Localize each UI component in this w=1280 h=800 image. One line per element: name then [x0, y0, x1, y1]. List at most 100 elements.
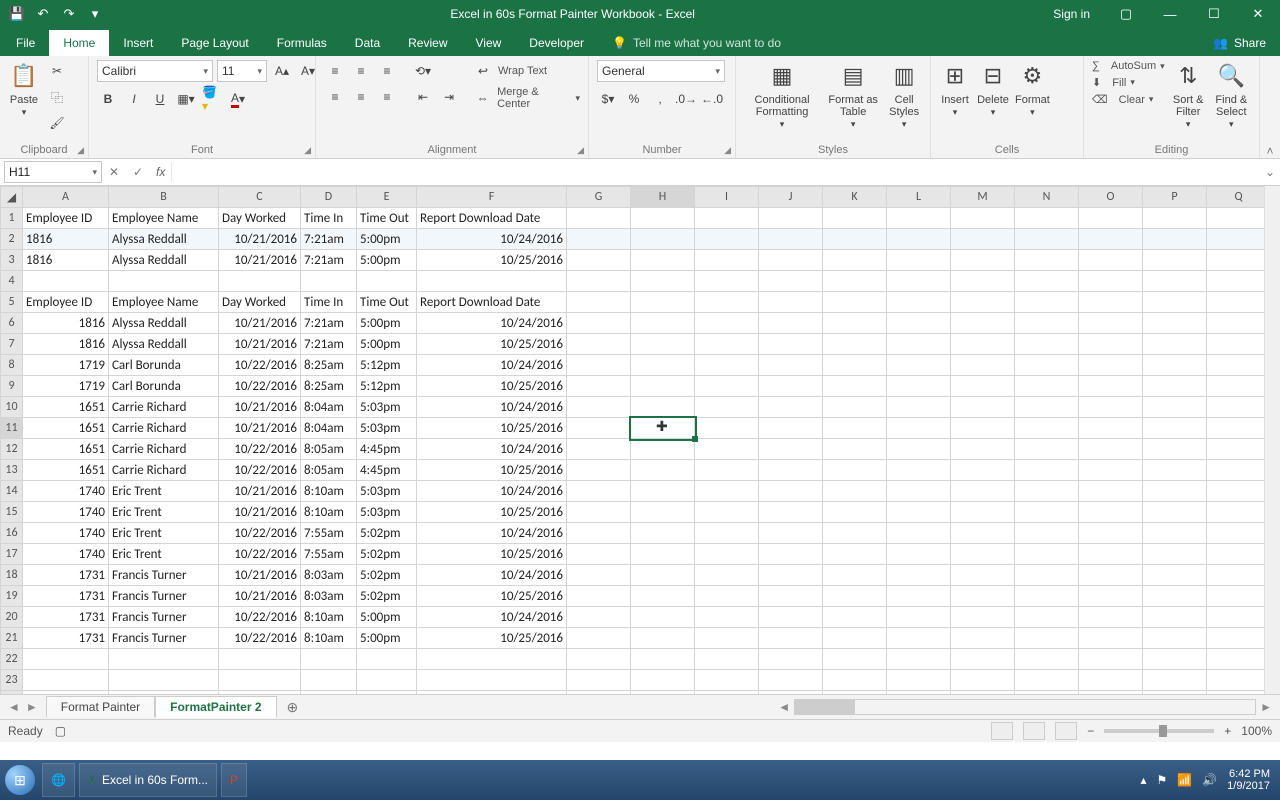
view-pagebreak-icon[interactable]: [1055, 722, 1077, 740]
insert-cells-button[interactable]: ⊞Insert▾: [939, 60, 971, 118]
col-header-M[interactable]: M: [951, 187, 1015, 208]
col-header-E[interactable]: E: [357, 187, 417, 208]
wrap-text-button[interactable]: ↩Wrap Text: [472, 60, 580, 82]
start-button[interactable]: ⊞: [0, 760, 40, 800]
sheet-prev-icon[interactable]: ◄: [8, 700, 20, 714]
redo-icon[interactable]: ↷: [58, 3, 80, 25]
col-header-G[interactable]: G: [567, 187, 631, 208]
align-middle-icon[interactable]: ≡: [350, 60, 372, 82]
align-right-icon[interactable]: ≡: [376, 86, 398, 108]
view-layout-icon[interactable]: [1023, 722, 1045, 740]
sheet-next-icon[interactable]: ►: [26, 700, 38, 714]
taskbar-chrome[interactable]: 🌐: [42, 763, 75, 797]
tab-review[interactable]: Review: [394, 30, 461, 56]
col-header-C[interactable]: C: [219, 187, 301, 208]
sheet-tab-1[interactable]: Format Painter: [46, 696, 155, 717]
undo-icon[interactable]: ↶: [32, 3, 54, 25]
taskbar-powerpoint[interactable]: P: [221, 763, 247, 797]
close-icon[interactable]: ✕: [1236, 0, 1280, 28]
taskbar-clock[interactable]: 6:42 PM1/9/2017: [1227, 768, 1270, 792]
tab-home[interactable]: Home: [49, 30, 109, 56]
worksheet-grid[interactable]: ◢ABCDEFGHIJKLMNOPQ1Employee IDEmployee N…: [0, 186, 1280, 694]
font-color-button[interactable]: A▾: [227, 88, 249, 110]
fx-icon[interactable]: fx: [150, 165, 171, 179]
col-header-J[interactable]: J: [759, 187, 823, 208]
col-header-F[interactable]: F: [417, 187, 567, 208]
align-center-icon[interactable]: ≡: [350, 86, 372, 108]
conditional-formatting-button[interactable]: ▦Conditional Formatting▾: [744, 60, 820, 130]
align-left-icon[interactable]: ≡: [324, 86, 346, 108]
sign-in-link[interactable]: Sign in: [1039, 7, 1104, 21]
zoom-slider[interactable]: [1104, 729, 1214, 733]
tab-developer[interactable]: Developer: [515, 30, 598, 56]
expand-formula-icon[interactable]: ⌄: [1260, 165, 1280, 179]
italic-button[interactable]: I: [123, 88, 145, 110]
underline-button[interactable]: U: [149, 88, 171, 110]
orientation-icon[interactable]: ⟲▾: [412, 60, 434, 82]
col-header-K[interactable]: K: [823, 187, 887, 208]
tab-page-layout[interactable]: Page Layout: [167, 30, 262, 56]
save-icon[interactable]: 💾: [6, 3, 28, 25]
clear-button[interactable]: ⌫ Clear ▾: [1092, 93, 1165, 106]
format-as-table-button[interactable]: ▤Format as Table▾: [826, 60, 880, 130]
border-button[interactable]: ▦▾: [175, 88, 197, 110]
dialog-launcher-icon[interactable]: ◢: [724, 145, 731, 156]
new-sheet-icon[interactable]: ⊕: [277, 699, 309, 716]
format-painter-icon[interactable]: 🖌: [46, 112, 68, 134]
dialog-launcher-icon[interactable]: ◢: [77, 145, 84, 156]
align-bottom-icon[interactable]: ≡: [376, 60, 398, 82]
currency-icon[interactable]: $▾: [597, 88, 619, 110]
copy-icon[interactable]: ⿻: [46, 86, 68, 108]
zoom-value[interactable]: 100%: [1241, 724, 1272, 738]
vertical-scrollbar[interactable]: [1264, 186, 1280, 694]
minimize-icon[interactable]: —: [1148, 0, 1192, 28]
col-header-L[interactable]: L: [887, 187, 951, 208]
cell-styles-button[interactable]: ▥Cell Styles▾: [886, 60, 922, 130]
format-cells-button[interactable]: ⚙Format▾: [1015, 60, 1050, 118]
decrease-indent-icon[interactable]: ⇤: [412, 86, 434, 108]
col-header-A[interactable]: A: [23, 187, 109, 208]
collapse-ribbon-icon[interactable]: ˄: [1260, 56, 1280, 158]
col-header-N[interactable]: N: [1015, 187, 1079, 208]
decrease-decimal-icon[interactable]: ←.0: [701, 88, 723, 110]
tell-me[interactable]: 💡Tell me what you want to do: [598, 30, 795, 56]
col-header-D[interactable]: D: [301, 187, 357, 208]
enter-formula-icon[interactable]: ✓: [126, 165, 150, 179]
align-top-icon[interactable]: ≡: [324, 60, 346, 82]
col-header-P[interactable]: P: [1143, 187, 1207, 208]
formula-input[interactable]: [171, 162, 1260, 182]
col-header-I[interactable]: I: [695, 187, 759, 208]
dialog-launcher-icon[interactable]: ◢: [304, 145, 311, 156]
number-format-combo[interactable]: General▾: [597, 60, 725, 82]
col-header-H[interactable]: H: [631, 187, 695, 208]
cut-icon[interactable]: ✂: [46, 60, 68, 82]
col-header-O[interactable]: O: [1079, 187, 1143, 208]
dialog-launcher-icon[interactable]: ◢: [577, 145, 584, 156]
select-all-cell[interactable]: ◢: [1, 187, 23, 208]
tab-formulas[interactable]: Formulas: [263, 30, 341, 56]
col-header-B[interactable]: B: [109, 187, 219, 208]
qat-customize-icon[interactable]: ▾: [84, 3, 106, 25]
ribbon-options-icon[interactable]: ▢: [1104, 0, 1148, 28]
view-normal-icon[interactable]: [991, 722, 1013, 740]
share-button[interactable]: 👥Share: [1199, 30, 1280, 56]
maximize-icon[interactable]: ☐: [1192, 0, 1236, 28]
tab-view[interactable]: View: [462, 30, 516, 56]
merge-center-button[interactable]: ⇔Merge & Center ▾: [472, 86, 580, 110]
percent-icon[interactable]: %: [623, 88, 645, 110]
sort-filter-button[interactable]: ⇅Sort & Filter▾: [1171, 60, 1206, 130]
bold-button[interactable]: B: [97, 88, 119, 110]
tab-file[interactable]: File: [2, 30, 49, 56]
find-select-button[interactable]: 🔍Find & Select▾: [1212, 60, 1251, 130]
fill-button[interactable]: ⬇ Fill ▾: [1092, 76, 1165, 89]
macro-record-icon[interactable]: ▢: [55, 724, 66, 738]
increase-decimal-icon[interactable]: .0→: [675, 88, 697, 110]
increase-font-icon[interactable]: A▴: [271, 60, 293, 82]
tray-up-icon[interactable]: ▴: [1140, 773, 1146, 787]
zoom-out-icon[interactable]: −: [1087, 724, 1094, 738]
tab-data[interactable]: Data: [341, 30, 394, 56]
col-header-Q[interactable]: Q: [1207, 187, 1271, 208]
name-box[interactable]: H11▾: [4, 161, 102, 183]
font-name-combo[interactable]: Calibri▾: [97, 60, 213, 82]
delete-cells-button[interactable]: ⊟Delete▾: [977, 60, 1009, 118]
